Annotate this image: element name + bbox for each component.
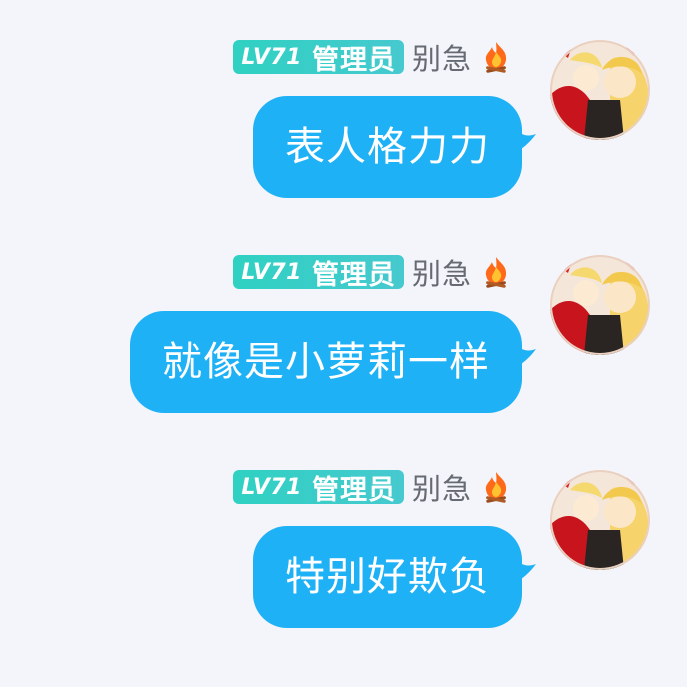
chat-message: LV71 管理员 别急 [0, 468, 687, 668]
username[interactable]: 别急 [412, 251, 472, 293]
role-label: 管理员 [311, 259, 396, 291]
sender-meta: LV71 管理员 别急 [233, 253, 512, 291]
sender-meta: LV71 管理员 别急 [233, 468, 512, 506]
level-badge: LV71 管理员 [233, 255, 404, 291]
level-badge: LV71 管理员 [233, 470, 404, 506]
level-label: LV71 [241, 474, 302, 500]
bubble-tail [512, 339, 536, 369]
role-label: 管理员 [311, 44, 396, 76]
level-label: LV71 [241, 259, 302, 285]
role-label: 管理员 [311, 474, 396, 506]
chat-window: LV71 管理员 别急 表人格力力 LV71 管理员 别急 就像是小萝莉一样 L… [0, 0, 687, 687]
username[interactable]: 别急 [412, 466, 472, 508]
avatar[interactable] [550, 40, 650, 140]
username[interactable]: 别急 [412, 36, 472, 78]
avatar[interactable] [550, 470, 650, 570]
message-bubble[interactable]: 特别好欺负 [253, 526, 522, 628]
bubble-tail [512, 554, 536, 584]
chat-message: LV71 管理员 别急 [0, 253, 687, 453]
fire-icon [480, 470, 512, 504]
fire-icon [480, 40, 512, 74]
sender-meta: LV71 管理员 别急 [233, 38, 512, 76]
bubble-tail [512, 124, 536, 154]
level-badge: LV71 管理员 [233, 40, 404, 76]
avatar[interactable] [550, 255, 650, 355]
level-label: LV71 [241, 44, 302, 70]
chat-message: LV71 管理员 别急 [0, 38, 687, 238]
fire-icon [480, 255, 512, 289]
message-bubble[interactable]: 表人格力力 [253, 96, 522, 198]
message-bubble[interactable]: 就像是小萝莉一样 [130, 311, 522, 413]
